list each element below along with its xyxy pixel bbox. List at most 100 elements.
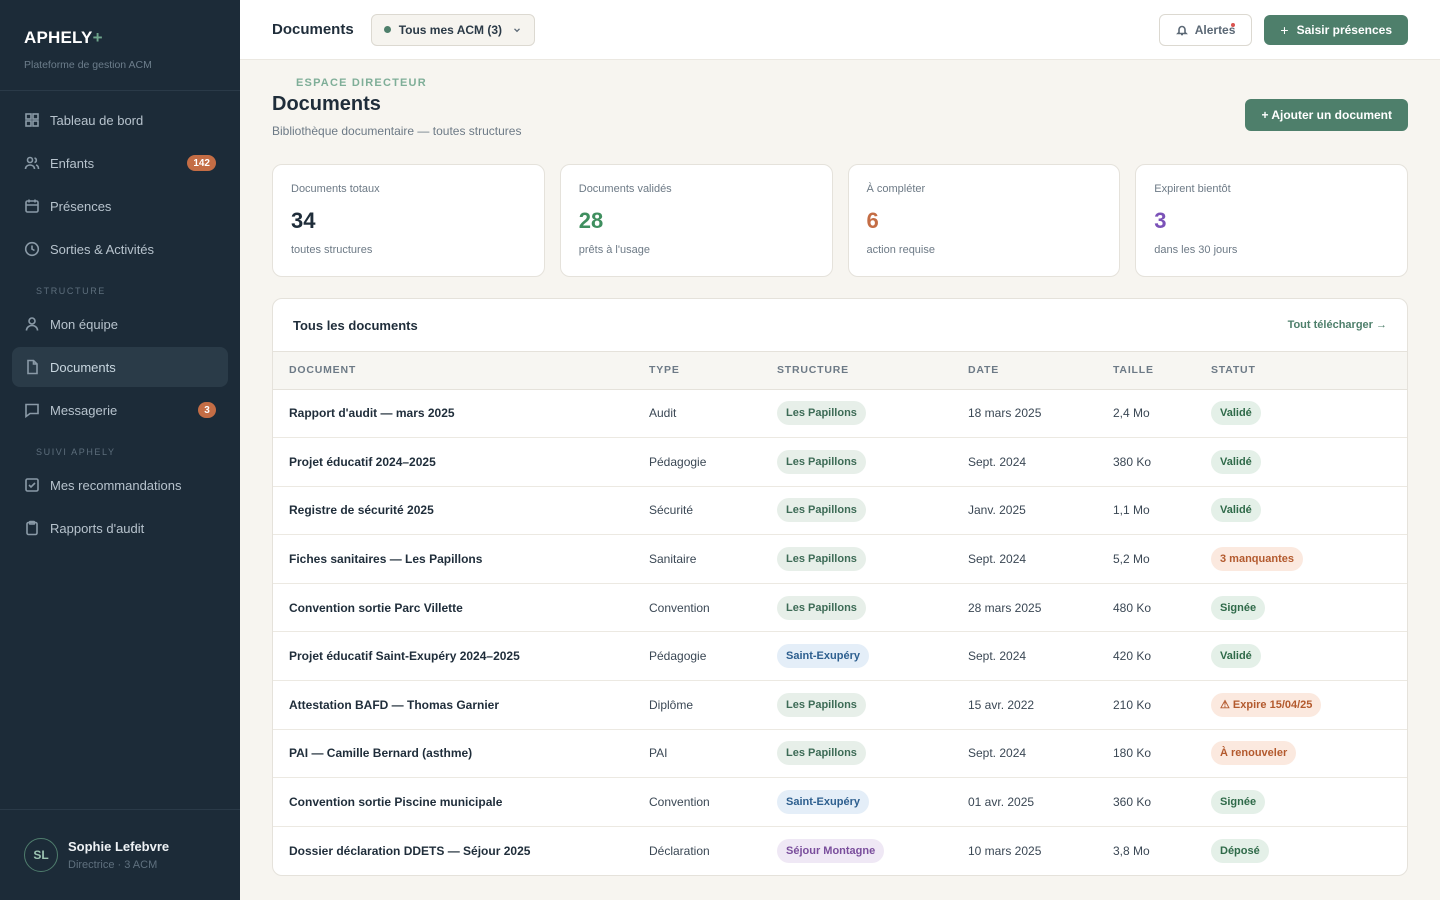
stat-card-total: Documents totaux 34 toutes structures: [272, 164, 545, 277]
sidebar-item-rapports-audit[interactable]: Rapports d'audit: [12, 508, 228, 548]
document-name[interactable]: Convention sortie Parc Villette: [273, 583, 649, 633]
structure-badge: Les Papillons: [777, 498, 866, 523]
sidebar-item-recommandations[interactable]: Mes recommandations: [12, 465, 228, 505]
structure-cell: Les Papillons: [777, 389, 968, 439]
status-badge: Validé: [1211, 401, 1261, 426]
document-name[interactable]: Rapport d'audit — mars 2025: [273, 389, 649, 439]
status-cell: À renouveler: [1211, 729, 1407, 779]
column-header-statut[interactable]: STATUT: [1211, 352, 1407, 390]
document-type: PAI: [649, 729, 777, 779]
document-date: Sept. 2024: [968, 437, 1113, 487]
alerts-button[interactable]: Alertes: [1158, 13, 1253, 46]
document-name[interactable]: PAI — Camille Bernard (asthme): [273, 729, 649, 779]
table-row[interactable]: PAI — Camille Bernard (asthme) PAI Les Pap…: [273, 729, 1407, 779]
stat-label: Expirent bientôt: [1154, 183, 1231, 195]
table-row[interactable]: Dossier déclaration DDETS — Séjour 2025 D…: [273, 826, 1407, 875]
document-type: Pédagogie: [649, 437, 777, 487]
document-size: 5,2 Mo: [1113, 534, 1211, 584]
section-structure: STRUCTURE: [36, 286, 106, 296]
sidebar-item-label: Tableau de bord: [50, 112, 144, 128]
document-name[interactable]: Convention sortie Piscine municipale: [273, 777, 649, 827]
message-icon: [24, 402, 40, 418]
document-size: 3,8 Mo: [1113, 843, 1150, 858]
user-profile[interactable]: SL Sophie Lefebvre Directrice · 3 ACM: [0, 809, 240, 900]
stat-note: action requise: [866, 244, 936, 256]
structure-badge: Saint-Exupéry: [777, 790, 869, 815]
table-row[interactable]: Projet éducatif Saint-Exupéry 2024–2025 P…: [273, 631, 1407, 682]
brand-tagline: Plateforme de gestion ACM: [24, 59, 152, 71]
status-cell: Validé: [1211, 389, 1407, 439]
saisir-presences-label: Saisir présences: [1296, 22, 1392, 37]
document-date: 28 mars 2025: [968, 583, 1113, 633]
stat-card-valides: Documents validés 28 prêts à l'usage: [559, 164, 833, 277]
document-type: Audit: [649, 389, 777, 439]
download-all-link[interactable]: Tout télécharger →: [1288, 319, 1387, 331]
section-suivi-aphely: SUIVI APHELY: [36, 447, 116, 457]
sidebar-item-label: Mes recommandations: [50, 477, 182, 493]
main-content: Documents Bibliothèque documentaire — to…: [272, 60, 1408, 876]
column-header-taille[interactable]: TAILLE: [1113, 352, 1211, 390]
document-name[interactable]: Projet éducatif Saint-Exupéry 2024–2025: [273, 631, 649, 682]
table-row[interactable]: Attestation BAFD — Thomas Garnier Diplôme…: [273, 680, 1407, 730]
document-name[interactable]: Fiches sanitaires — Les Papillons: [273, 534, 649, 584]
column-header-document[interactable]: DOCUMENT: [273, 352, 649, 390]
sidebar-item-sorties[interactable]: Sorties & Activités: [12, 229, 228, 269]
stat-note: prêts à l'usage: [578, 244, 650, 256]
stat-value: 28: [578, 208, 604, 233]
column-header-date[interactable]: DATE: [968, 352, 1113, 390]
sidebar-item-messagerie[interactable]: Messagerie 3: [12, 390, 228, 430]
add-document-button[interactable]: + Ajouter un document: [1245, 99, 1408, 131]
stat-label: Documents validés: [578, 183, 672, 195]
sidebar-item-label: Enfants: [50, 155, 95, 171]
document-name[interactable]: Dossier déclaration DDETS — Séjour 2025: [273, 826, 649, 875]
column-header-structure[interactable]: STRUCTURE: [777, 352, 968, 390]
avatar: SL: [24, 838, 58, 872]
document-size: 360 Ko: [1113, 777, 1211, 827]
document-type: Sécurité: [649, 486, 777, 536]
status-dot: [383, 26, 391, 33]
status-cell: Déposé: [1211, 826, 1407, 875]
page-title: Documents: [272, 93, 381, 115]
user-role: Directrice · 3 ACM: [68, 859, 158, 871]
table-row[interactable]: Convention sortie Parc Villette Conventio…: [273, 583, 1407, 633]
document-date: 18 mars 2025: [968, 389, 1113, 439]
stat-label: Documents totaux: [291, 183, 380, 195]
clipboard-icon: [24, 520, 40, 536]
column-header-type[interactable]: TYPE: [649, 352, 777, 390]
table-title: Tous les documents: [293, 317, 418, 333]
structure-cell: Les Papillons: [777, 583, 968, 633]
structure-cell: Les Papillons: [777, 486, 968, 536]
user-icon: [24, 316, 40, 332]
document-name[interactable]: Attestation BAFD — Thomas Garnier: [273, 680, 649, 730]
sidebar-item-mon-equipe[interactable]: Mon équipe: [12, 304, 228, 344]
structure-badge: Les Papillons: [777, 692, 866, 717]
brand: APHELY+ Plateforme de gestion ACM: [0, 0, 240, 91]
status-cell: Validé: [1211, 437, 1407, 487]
status-badge: Déposé: [1211, 838, 1269, 863]
saisir-presences-button[interactable]: + Saisir présences: [1264, 14, 1408, 45]
sidebar-item-documents[interactable]: Documents: [12, 347, 228, 387]
document-date: Sept. 2024: [968, 631, 1113, 682]
table-row[interactable]: Fiches sanitaires — Les Papillons Sanitai…: [273, 534, 1407, 584]
calendar-icon: [24, 198, 40, 214]
document-date: Janv. 2025: [968, 486, 1113, 536]
document-type: Convention: [649, 583, 777, 633]
sidebar-item-presences[interactable]: Présences: [12, 186, 228, 226]
document-date: Sept. 2024: [968, 729, 1113, 779]
brand-logo[interactable]: APHELY+: [24, 28, 216, 48]
sidebar-item-label: Documents: [50, 359, 116, 375]
table-row[interactable]: Convention sortie Piscine municipale Conv…: [273, 777, 1407, 827]
table-row[interactable]: Rapport d'audit — mars 2025 Audit Les Papi…: [273, 389, 1407, 439]
table-row[interactable]: Registre de sécurité 2025 Sécurité Les Pap…: [273, 486, 1407, 536]
document-name[interactable]: Projet éducatif 2024–2025: [273, 437, 649, 487]
sidebar-item-enfants[interactable]: Enfants 142: [12, 143, 228, 183]
document-name[interactable]: Registre de sécurité 2025: [273, 486, 649, 536]
bell-icon: [1175, 25, 1188, 35]
structure-cell: Séjour Montagne: [777, 826, 968, 875]
sidebar-item-tableau-de-bord[interactable]: Tableau de bord: [12, 100, 228, 140]
table-row[interactable]: Projet éducatif 2024–2025 Pédagogie Les Pa…: [273, 437, 1407, 487]
scope-selector[interactable]: Tous mes ACM (3): [370, 13, 536, 46]
stat-value: 34: [291, 208, 316, 233]
document-date: Sept. 2024: [968, 534, 1113, 584]
stat-value: 3: [1154, 208, 1167, 233]
